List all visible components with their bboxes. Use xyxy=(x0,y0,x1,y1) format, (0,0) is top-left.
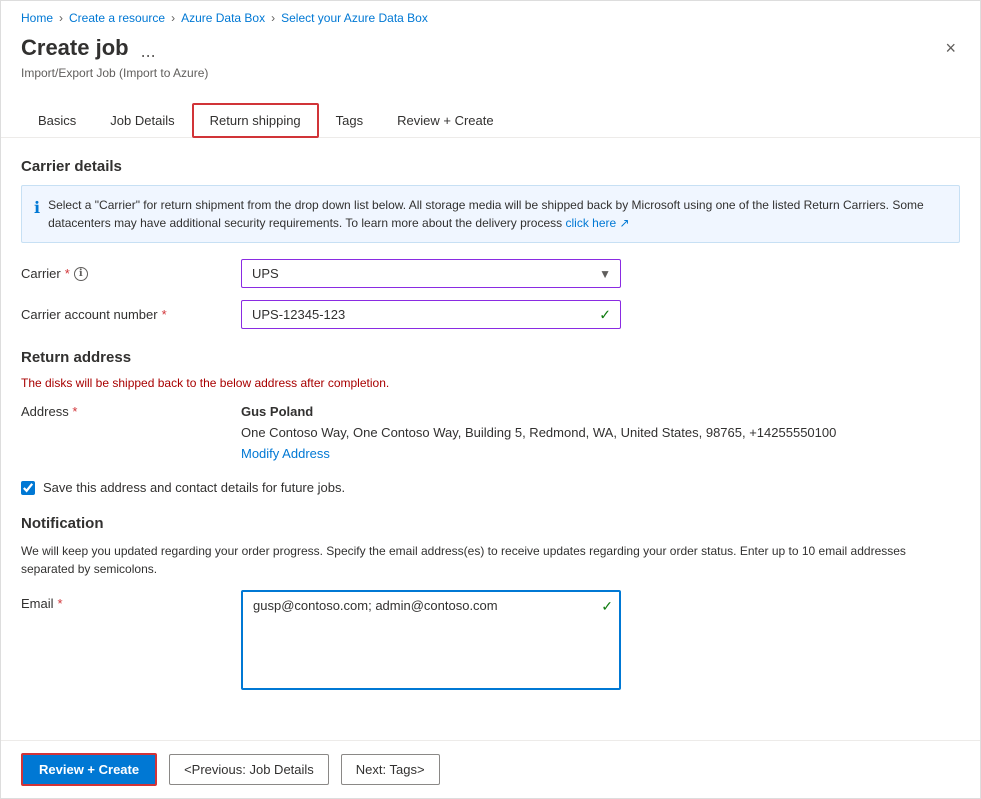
tab-job-details[interactable]: Job Details xyxy=(93,104,191,137)
breadcrumb-create-resource[interactable]: Create a resource xyxy=(69,11,165,25)
carrier-select-wrapper: UPS FedEx DHL ▼ xyxy=(241,259,621,288)
address-line: One Contoso Way, One Contoso Way, Buildi… xyxy=(241,423,836,444)
footer: Review + Create <Previous: Job Details N… xyxy=(1,740,980,798)
breadcrumb-azure-data-box[interactable]: Azure Data Box xyxy=(181,11,265,25)
page-title: Create job xyxy=(21,35,129,61)
previous-button[interactable]: <Previous: Job Details xyxy=(169,754,329,785)
address-row: Address * Gus Poland One Contoso Way, On… xyxy=(21,402,960,464)
carrier-account-row: Carrier account number * ✓ xyxy=(21,300,960,329)
address-content: Gus Poland One Contoso Way, One Contoso … xyxy=(241,402,836,464)
info-link[interactable]: click here ↗ xyxy=(565,216,629,230)
title-area: Create job ... Import/Export Job (Import… xyxy=(21,35,208,80)
carrier-account-label: Carrier account number * xyxy=(21,307,241,322)
breadcrumb-select-azure-data-box[interactable]: Select your Azure Data Box xyxy=(281,11,428,25)
email-textarea-wrapper: gusp@contoso.com; admin@contoso.com ✓ xyxy=(241,590,621,693)
breadcrumb: Home › Create a resource › Azure Data Bo… xyxy=(1,1,980,31)
notification-section: Notification We will keep you updated re… xyxy=(21,515,960,693)
carrier-required: * xyxy=(65,266,70,281)
address-name: Gus Poland xyxy=(241,402,836,423)
carrier-account-input-wrapper: ✓ xyxy=(241,300,621,329)
address-label: Address * xyxy=(21,402,241,419)
email-row: Email * gusp@contoso.com; admin@contoso.… xyxy=(21,590,960,693)
close-button[interactable]: × xyxy=(941,35,960,61)
check-icon: ✓ xyxy=(599,306,611,323)
tab-review-create[interactable]: Review + Create xyxy=(380,104,510,137)
email-label: Email * xyxy=(21,590,241,611)
address-required: * xyxy=(72,404,77,419)
carrier-account-required: * xyxy=(162,307,167,322)
review-create-button[interactable]: Review + Create xyxy=(21,753,157,786)
info-box: ℹ Select a "Carrier" for return shipment… xyxy=(21,185,960,243)
breadcrumb-home[interactable]: Home xyxy=(21,11,53,25)
carrier-select[interactable]: UPS FedEx DHL xyxy=(241,259,621,288)
email-input[interactable]: gusp@contoso.com; admin@contoso.com xyxy=(241,590,621,690)
return-address-section-title: Return address xyxy=(21,349,960,366)
carrier-info-circle[interactable]: ℹ xyxy=(74,267,88,281)
page-subtitle: Import/Export Job (Import to Azure) xyxy=(21,66,208,80)
return-address-subtitle: The disks will be shipped back to the be… xyxy=(21,376,960,390)
next-button[interactable]: Next: Tags> xyxy=(341,754,440,785)
email-check-icon: ✓ xyxy=(601,598,613,615)
save-address-row: Save this address and contact details fo… xyxy=(21,480,960,495)
carrier-section-title: Carrier details xyxy=(21,158,960,175)
notification-title: Notification xyxy=(21,515,960,532)
save-address-checkbox[interactable] xyxy=(21,481,35,495)
save-address-label[interactable]: Save this address and contact details fo… xyxy=(43,480,345,495)
carrier-row: Carrier * ℹ UPS FedEx DHL ▼ xyxy=(21,259,960,288)
carrier-label: Carrier * ℹ xyxy=(21,266,241,281)
carrier-account-input[interactable] xyxy=(241,300,621,329)
tab-basics[interactable]: Basics xyxy=(21,104,93,137)
tab-tags[interactable]: Tags xyxy=(319,104,380,137)
tabs: Basics Job Details Return shipping Tags … xyxy=(1,86,980,138)
page-container: Home › Create a resource › Azure Data Bo… xyxy=(0,0,981,799)
content-area: Carrier details ℹ Select a "Carrier" for… xyxy=(1,138,980,740)
email-required: * xyxy=(58,596,63,611)
ellipsis-button[interactable]: ... xyxy=(137,39,160,64)
tab-return-shipping[interactable]: Return shipping xyxy=(192,103,319,138)
info-text: Select a "Carrier" for return shipment f… xyxy=(48,198,924,230)
modify-address-link[interactable]: Modify Address xyxy=(241,446,330,461)
info-icon: ℹ xyxy=(34,197,40,221)
header-row: Create job ... Import/Export Job (Import… xyxy=(1,31,980,80)
notification-description: We will keep you updated regarding your … xyxy=(21,542,960,578)
